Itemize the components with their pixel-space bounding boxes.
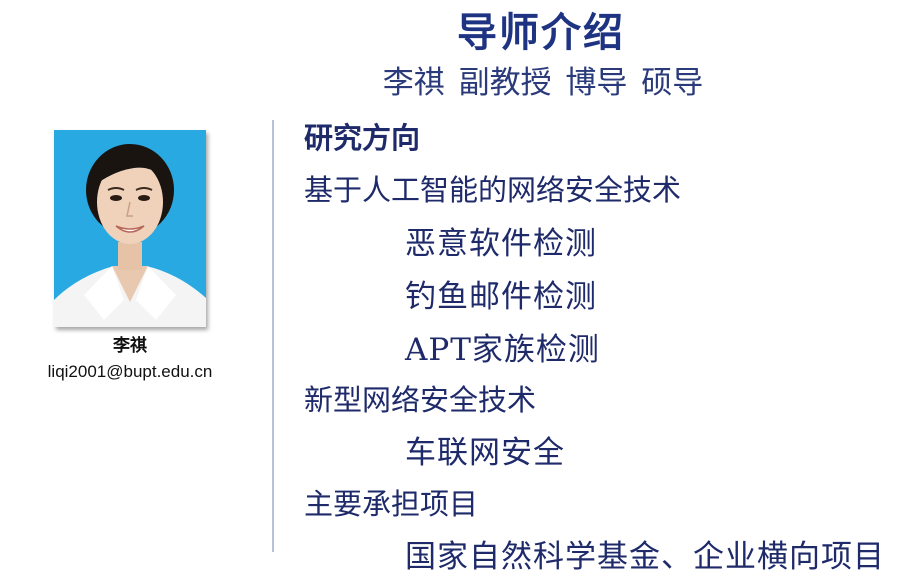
topic-item-malware-detection: 恶意软件检测 (405, 226, 597, 262)
project-item: 国家自然科学基金、企业横向项目 (405, 539, 885, 575)
research-heading: 研究方向 (304, 121, 421, 155)
topic-item-vehicle-network-security: 车联网安全 (405, 435, 565, 471)
research-topic-ai-security: 基于人工智能的网络安全技术 (304, 173, 682, 207)
topic-item-phishing-detection: 钓鱼邮件检测 (405, 279, 597, 315)
research-content: 研究方向 基于人工智能的网络安全技术 恶意软件检测 钓鱼邮件检测 APT家族检测… (0, 0, 914, 578)
projects-heading: 主要承担项目 (304, 487, 479, 521)
topic-item-apt-detection: APT家族检测 (405, 332, 600, 368)
research-topic-new-security: 新型网络安全技术 (304, 383, 537, 417)
